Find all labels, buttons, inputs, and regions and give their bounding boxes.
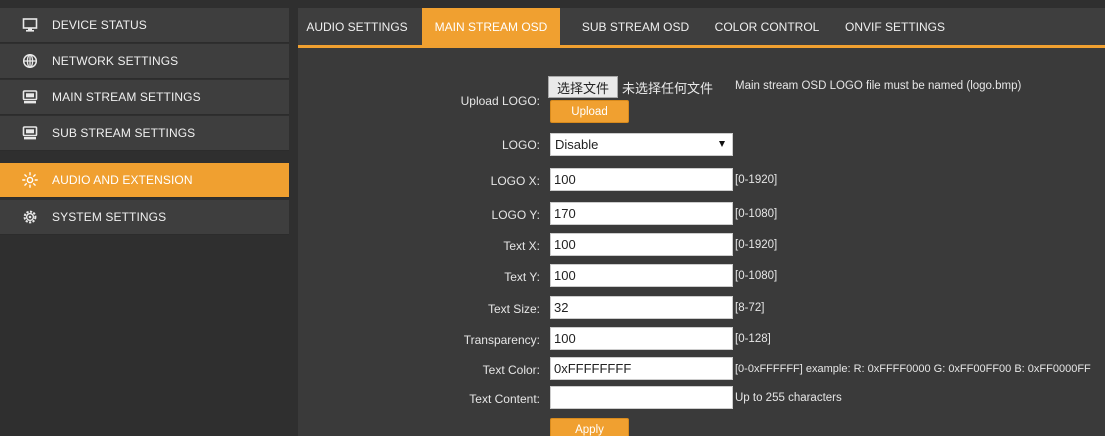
logo-x-label: LOGO X: [490, 174, 540, 188]
logo-x-input[interactable] [550, 168, 733, 191]
gear-icon [22, 209, 38, 225]
logo-x-range: [0-1920] [735, 174, 778, 186]
sidebar-item-system-settings[interactable]: SYSTEM SETTINGS [0, 200, 289, 235]
monitor-icon [22, 17, 38, 33]
text-y-label: Text Y: [504, 270, 540, 284]
sidebar-item-label: MAIN STREAM SETTINGS [52, 90, 201, 104]
sidebar-item-label: NETWORK SETTINGS [52, 54, 179, 68]
sidebar: DEVICE STATUS NETWORK SETTINGS MAIN STRE… [0, 8, 289, 436]
globe-icon [22, 53, 38, 69]
text-color-input[interactable] [550, 357, 733, 380]
transparency-input[interactable] [550, 327, 733, 350]
tab-audio-settings[interactable]: AUDIO SETTINGS [304, 8, 410, 45]
transparency-label: Transparency: [463, 333, 540, 347]
logo-select[interactable]: Disable [550, 133, 733, 156]
logo-y-input[interactable] [550, 202, 733, 225]
sidebar-item-label: SYSTEM SETTINGS [52, 210, 167, 224]
sidebar-item-audio-and-extension[interactable]: AUDIO AND EXTENSION [0, 163, 289, 198]
sidebar-item-label: AUDIO AND EXTENSION [52, 173, 193, 187]
text-y-range: [0-1080] [735, 270, 778, 282]
sidebar-empty-area [0, 237, 289, 436]
choose-file-button[interactable]: 选择文件 [548, 76, 618, 98]
apply-button[interactable]: Apply [550, 418, 629, 436]
text-x-input[interactable] [550, 233, 733, 256]
text-color-range: [0-0xFFFFFF] example: R: 0xFFFF0000 G: 0… [735, 363, 1091, 375]
logo-y-range: [0-1080] [735, 208, 778, 220]
transparency-range: [0-128] [735, 333, 771, 345]
text-color-label: Text Color: [482, 363, 540, 377]
logo-label: LOGO: [501, 138, 540, 152]
upload-logo-label: Upload LOGO: [460, 94, 540, 108]
logo-select-value: Disable [555, 137, 599, 152]
text-x-range: [0-1920] [735, 239, 778, 251]
main-content: AUDIO SETTINGS MAIN STREAM OSD SUB STREA… [298, 8, 1105, 436]
text-size-input[interactable] [550, 296, 733, 319]
tab-sub-stream-osd[interactable]: SUB STREAM OSD [578, 8, 693, 45]
file-status-text: 未选择任何文件 [622, 81, 714, 96]
sidebar-item-sub-stream-settings[interactable]: SUB STREAM SETTINGS [0, 116, 289, 151]
logo-filename-note: Main stream OSD LOGO file must be named … [735, 80, 1022, 92]
logo-y-label: LOGO Y: [491, 208, 540, 222]
text-size-label: Text Size: [487, 302, 540, 316]
text-content-label: Text Content: [469, 392, 540, 406]
text-size-range: [8-72] [735, 302, 765, 314]
text-y-input[interactable] [550, 264, 733, 287]
display-icon [22, 125, 38, 141]
sidebar-item-device-status[interactable]: DEVICE STATUS [0, 8, 289, 43]
sidebar-item-network-settings[interactable]: NETWORK SETTINGS [0, 44, 289, 79]
text-content-input[interactable] [550, 386, 733, 409]
sidebar-item-label: SUB STREAM SETTINGS [52, 126, 196, 140]
text-content-limit: Up to 255 characters [735, 392, 842, 404]
upload-button[interactable]: Upload [550, 100, 629, 123]
audio-extension-icon [22, 172, 38, 188]
display-icon [22, 89, 38, 105]
chevron-down-icon [719, 141, 725, 147]
sidebar-item-label: DEVICE STATUS [52, 18, 147, 32]
tab-bar: AUDIO SETTINGS MAIN STREAM OSD SUB STREA… [298, 8, 1105, 48]
tab-main-stream-osd[interactable]: MAIN STREAM OSD [422, 8, 560, 45]
tab-color-control[interactable]: COLOR CONTROL [711, 8, 823, 45]
tab-onvif-settings[interactable]: ONVIF SETTINGS [839, 8, 951, 45]
text-x-label: Text X: [503, 239, 540, 253]
sidebar-item-main-stream-settings[interactable]: MAIN STREAM SETTINGS [0, 80, 289, 115]
